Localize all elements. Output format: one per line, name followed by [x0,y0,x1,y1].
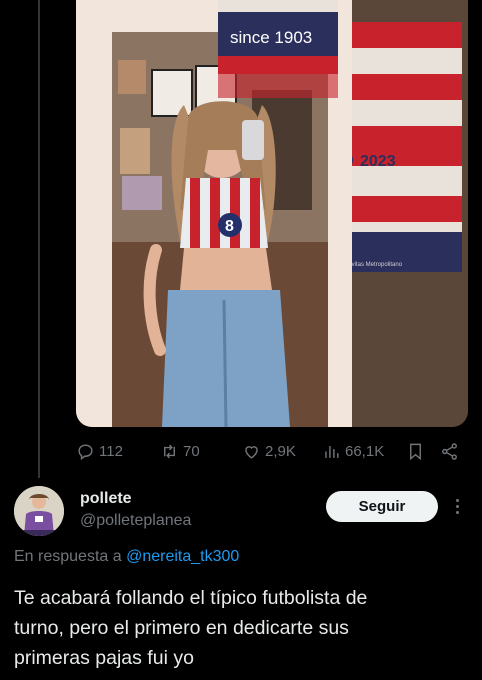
flag-small-text: Civitas Metropolitano [346,262,403,268]
like-button[interactable]: 2,9K [242,436,296,466]
reply-user-info[interactable]: pollete @polleteplanea [80,489,191,532]
scarf-banner: since 1903 [218,0,338,98]
heart-icon [245,445,258,459]
reply-text: Te acabará follando el típico futbolista… [14,587,368,669]
bookmark-button[interactable] [406,436,425,466]
share-icon [442,442,457,460]
retweet-count: 70 [183,442,200,460]
avatar-image [14,486,64,536]
flag: 2023 Civitas Metropolitano [334,22,462,272]
in-reply-to-link[interactable]: @nereita_tk300 [126,548,239,565]
bookmark-icon [410,443,421,460]
avatar[interactable] [14,486,64,536]
thread-line [38,0,40,478]
follow-button[interactable]: Seguir [326,491,438,522]
views-button[interactable]: 66,1K [322,436,384,466]
in-reply-to-prefix: En respuesta a [14,548,127,565]
in-reply-to: En respuesta a @nereita_tk300 [14,548,239,566]
badge-text: 8 [225,218,234,235]
views-count: 66,1K [345,442,385,460]
reply-count: 112 [99,442,123,460]
reply-button[interactable]: 112 [76,436,123,466]
user-handle[interactable]: @polleteplanea [80,510,191,532]
photo-illustration: 2023 Civitas Metropolitano 8 since 1903 [76,0,468,427]
views-chart-icon [325,445,339,458]
retweet-button[interactable]: 70 [160,436,200,466]
share-button[interactable] [440,436,459,466]
tweet-photo[interactable]: 2023 Civitas Metropolitano 8 since 1903 [76,0,468,427]
like-count: 2,9K [265,442,296,460]
display-name[interactable]: pollete [80,489,191,509]
reply-icon [78,443,93,460]
flag-text: 2023 [360,153,396,170]
retweet-icon [164,444,175,458]
tweet-actions: 112 70 2,9K 66,1K [76,436,468,466]
more-options-icon[interactable] [452,496,462,518]
banner-text: since 1903 [230,28,312,47]
